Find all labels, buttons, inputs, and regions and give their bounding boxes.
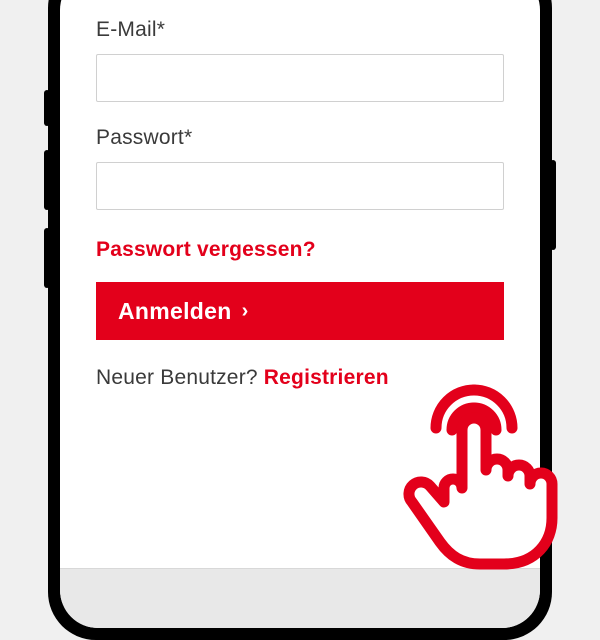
- password-label: Passwort*: [96, 126, 504, 150]
- register-link[interactable]: Registrieren: [264, 366, 389, 389]
- login-button-label: Anmelden: [118, 298, 232, 325]
- email-input[interactable]: [96, 54, 504, 102]
- password-field-group: Passwort*: [96, 126, 504, 210]
- new-user-text: Neuer Benutzer?: [96, 366, 264, 389]
- login-form: E-Mail* Passwort* Passwort vergessen? An…: [60, 0, 540, 390]
- login-button[interactable]: Anmelden ›: [96, 282, 504, 340]
- password-input[interactable]: [96, 162, 504, 210]
- forgot-password-link[interactable]: Passwort vergessen?: [96, 238, 504, 262]
- register-row: Neuer Benutzer? Registrieren: [96, 366, 504, 390]
- footer-bar: [60, 568, 540, 628]
- phone-screen: E-Mail* Passwort* Passwort vergessen? An…: [60, 0, 540, 628]
- phone-frame: E-Mail* Passwort* Passwort vergessen? An…: [48, 0, 552, 640]
- email-label: E-Mail*: [96, 18, 504, 42]
- email-field-group: E-Mail*: [96, 18, 504, 102]
- chevron-right-icon: ›: [242, 300, 249, 323]
